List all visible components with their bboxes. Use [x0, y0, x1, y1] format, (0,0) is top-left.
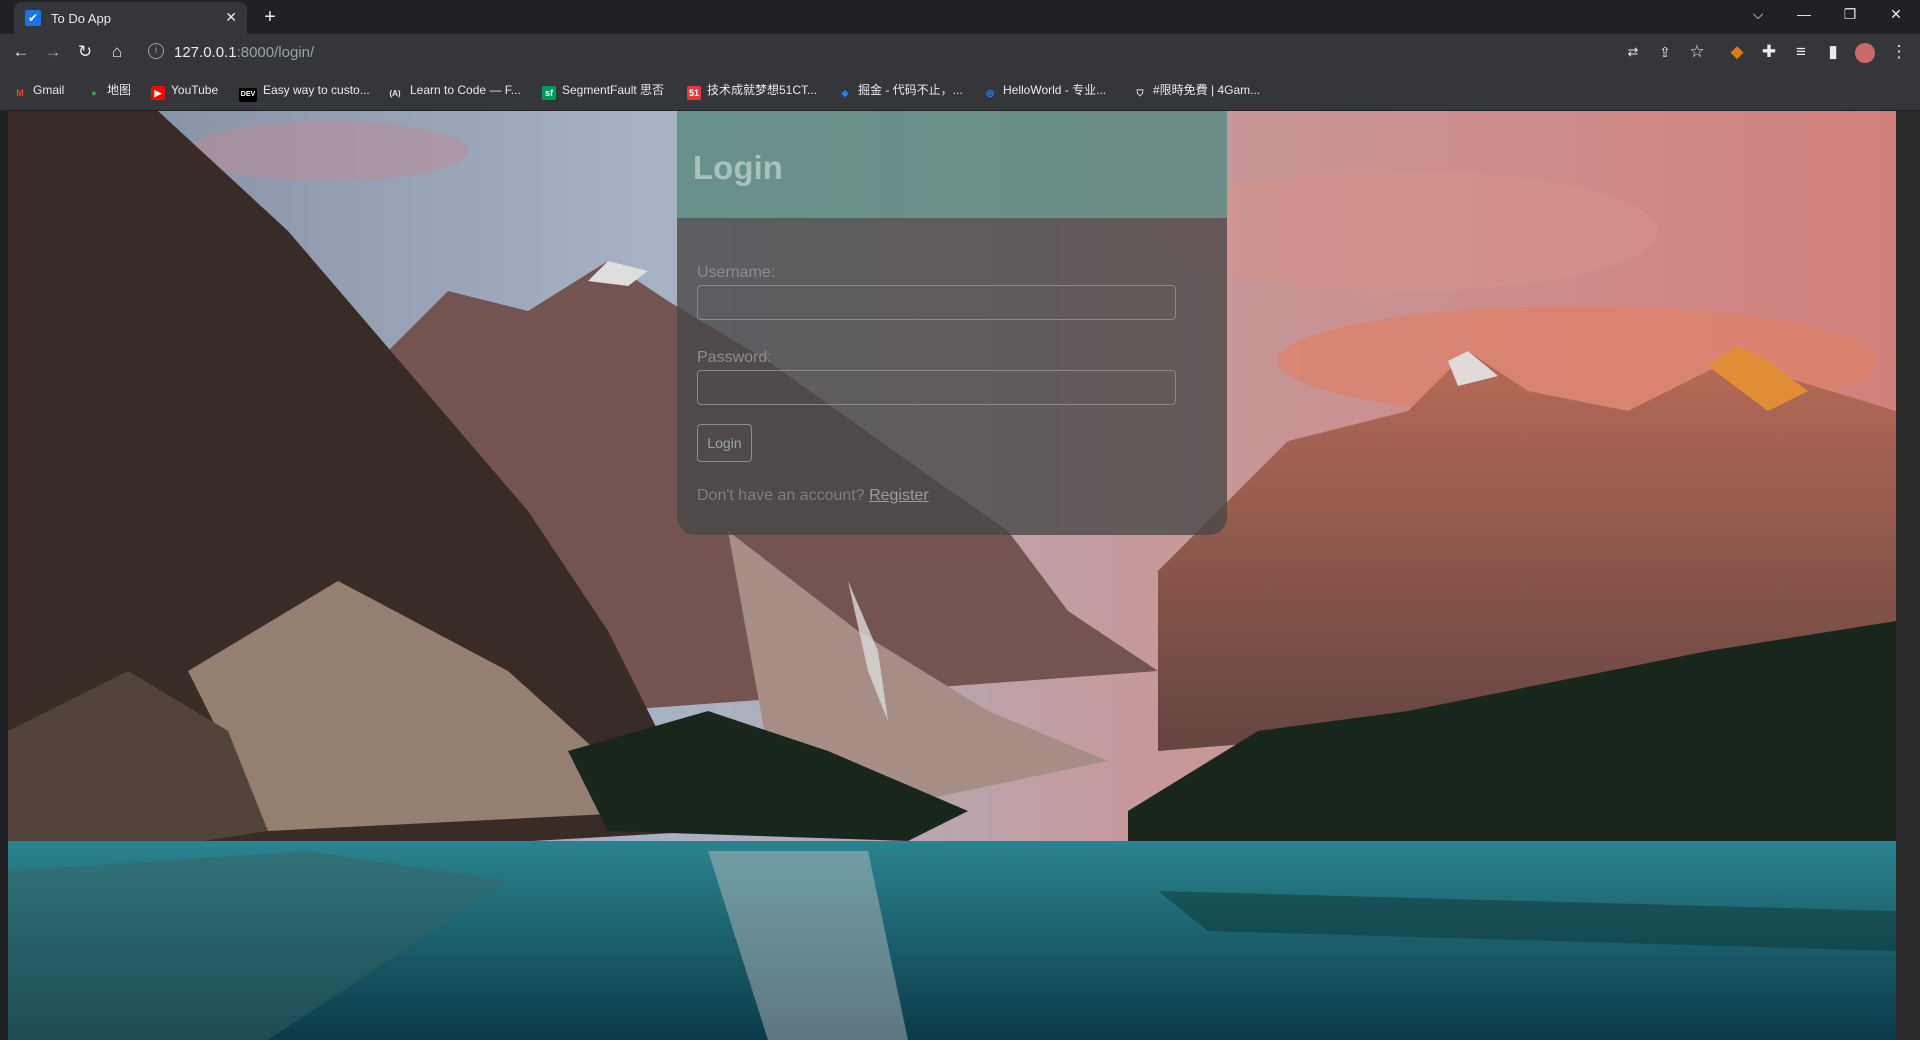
- minimize-button[interactable]: —: [1782, 0, 1826, 28]
- login-card: Login Username: Password: Login Don't ha…: [677, 111, 1227, 535]
- address-bar[interactable]: i 127.0.0.1:8000/login/: [140, 38, 1640, 66]
- close-tab-icon[interactable]: ✕: [225, 9, 237, 26]
- browser-toolbar: ← → ↻ ⌂ i 127.0.0.1:8000/login/ ⇄ ⇪ ☆ ◆ …: [0, 34, 1920, 70]
- juejin-icon: ◆: [841, 88, 849, 98]
- bookmark-freecodecamp[interactable]: (A) Learn to Code — F...: [386, 81, 520, 99]
- bookmark-4gamers[interactable]: ⛉ #限時免費 | 4Gam...: [1133, 81, 1261, 99]
- bookmark-youtube[interactable]: ▶ YouTube: [151, 81, 218, 100]
- tab-title: To Do App: [51, 11, 111, 26]
- close-window-button[interactable]: ✕: [1874, 0, 1918, 28]
- bookmark-dev[interactable]: DEV Easy way to custo...: [239, 81, 370, 102]
- back-icon[interactable]: ←: [9, 40, 33, 64]
- site-info-icon[interactable]: i: [148, 43, 164, 59]
- 51cto-icon: 51: [687, 86, 701, 100]
- bookmark-maps[interactable]: ● 地图: [87, 81, 131, 99]
- page-title: Login: [693, 149, 783, 186]
- forward-icon[interactable]: →: [41, 40, 65, 64]
- segmentfault-icon: sf: [542, 86, 556, 100]
- bookmark-51cto[interactable]: 51 技术成就梦想51CT...: [687, 81, 817, 100]
- username-label: Username:: [697, 264, 776, 281]
- bookmark-gmail[interactable]: M Gmail: [13, 81, 64, 99]
- reload-icon[interactable]: ↻: [73, 40, 97, 64]
- page-viewport: Login Username: Password: Login Don't ha…: [8, 111, 1896, 1040]
- register-link[interactable]: Register: [869, 487, 929, 504]
- dev-icon: DEV: [239, 88, 257, 102]
- maps-pin-icon: ●: [91, 88, 97, 98]
- gmail-icon: M: [16, 88, 24, 98]
- helloworld-icon: ◎: [986, 88, 994, 98]
- password-label: Password:: [697, 349, 772, 366]
- shield-icon: ⛉: [1136, 88, 1144, 98]
- metamask-icon[interactable]: ◆: [1725, 40, 1749, 64]
- login-card-header: Login: [677, 111, 1227, 218]
- side-panel-icon[interactable]: ▮: [1821, 40, 1845, 64]
- username-field[interactable]: [697, 285, 1176, 320]
- register-prompt: Don't have an account? Register: [697, 487, 929, 505]
- login-form: Username: Password: Login Don't have an …: [677, 218, 1227, 535]
- browser-chrome: ✔ To Do App ✕ + ⌵ — ❐ ✕ ← → ↻ ⌂ i 127.0.…: [0, 0, 1920, 111]
- no-account-text: Don't have an account?: [697, 487, 865, 504]
- bookmark-segmentfault[interactable]: sf SegmentFault 思否: [542, 81, 664, 100]
- new-tab-button[interactable]: +: [258, 5, 282, 29]
- bookmark-star-icon[interactable]: ☆: [1685, 40, 1709, 64]
- checkbox-icon: ✔: [25, 10, 41, 26]
- extensions-icon[interactable]: ✚: [1757, 40, 1781, 64]
- tab-todo-app[interactable]: ✔ To Do App ✕: [14, 2, 247, 34]
- page-scrollbar[interactable]: [1896, 111, 1920, 1040]
- translate-icon[interactable]: ⇄: [1621, 40, 1645, 64]
- youtube-icon: ▶: [151, 86, 165, 100]
- password-field[interactable]: [697, 370, 1176, 405]
- reading-list-icon[interactable]: ≡: [1789, 40, 1813, 64]
- bookmarks-bar: M Gmail ● 地图 ▶ YouTube DEV Easy way to custo…: [0, 70, 1920, 111]
- bookmark-helloworld[interactable]: ◎ HelloWorld - 专业...: [983, 81, 1106, 99]
- tab-strip: ✔ To Do App ✕ + ⌵ — ❐ ✕: [0, 0, 1920, 34]
- tab-search-icon[interactable]: ⌵: [1736, 0, 1780, 28]
- menu-icon[interactable]: ⋮: [1887, 40, 1911, 64]
- freecodecamp-icon: (A): [389, 89, 401, 98]
- restore-button[interactable]: ❐: [1828, 0, 1872, 28]
- home-icon[interactable]: ⌂: [105, 40, 129, 64]
- login-button[interactable]: Login: [697, 424, 752, 462]
- address-url[interactable]: 127.0.0.1:8000/login/: [174, 44, 314, 61]
- bookmark-juejin[interactable]: ◆ 掘金 - 代码不止，...: [838, 81, 963, 99]
- profile-avatar[interactable]: [1853, 40, 1877, 64]
- share-icon[interactable]: ⇪: [1653, 40, 1677, 64]
